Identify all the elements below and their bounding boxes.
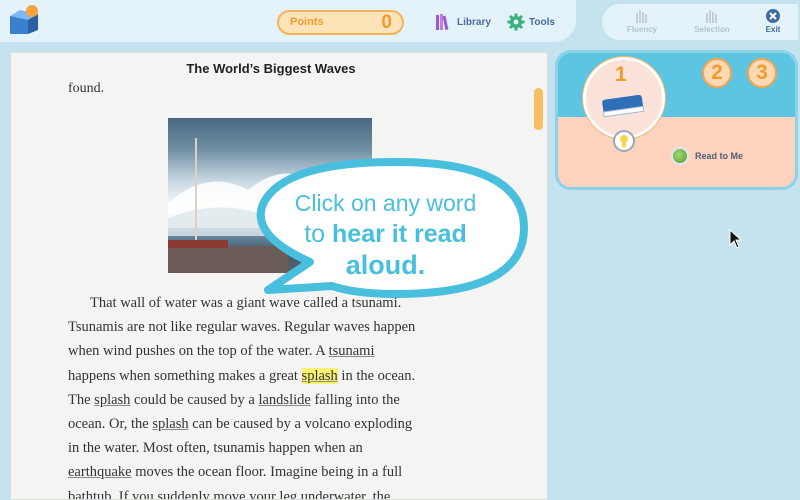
step-3-button[interactable]: 3 — [747, 58, 777, 88]
exit-button[interactable]: Exit — [748, 8, 798, 34]
line-8b[interactable]: moves the ocean floor. Imagine being in … — [135, 464, 402, 480]
exit-label: Exit — [765, 25, 781, 34]
line-5c[interactable]: falling into the — [314, 392, 399, 408]
line-7[interactable]: in the water. Most often, tsunamis happe… — [68, 440, 363, 456]
word-link-splash-2[interactable]: splash — [152, 416, 188, 432]
line-6a[interactable]: ocean. Or, the — [68, 416, 149, 432]
top-toolbar: Points 0 Library Tools — [0, 0, 576, 42]
callout-line-2: to hear it read — [304, 220, 467, 248]
selection-button[interactable]: Selection — [682, 8, 742, 34]
bar-chart-icon — [706, 10, 717, 23]
bar-chart-icon — [636, 10, 647, 23]
selection-label: Selection — [694, 25, 730, 34]
view-controls-bar: Fluency Selection Exit — [602, 4, 798, 40]
points-display: Points 0 — [277, 10, 404, 35]
mouse-cursor-icon — [729, 229, 743, 249]
app-logo-icon[interactable] — [6, 4, 40, 38]
word-link-landslide[interactable]: landslide — [258, 392, 310, 408]
step-1-label: 1 — [615, 63, 627, 86]
fluency-button[interactable]: Fluency — [612, 8, 672, 34]
document-title: The World’s Biggest Waves — [186, 61, 356, 76]
line-6b[interactable]: can be caused by a volcano exploding — [192, 416, 412, 432]
reader-panel: 1 2 3 Read to Me — [555, 50, 798, 190]
close-circle-icon — [766, 9, 780, 23]
line-5b[interactable]: could be caused by a — [134, 392, 255, 408]
tools-label: Tools — [529, 16, 555, 28]
line-3[interactable]: when wind pushes on the top of the water… — [68, 343, 325, 359]
text-fragment[interactable]: found. — [68, 81, 104, 97]
tools-button[interactable]: Tools — [507, 12, 555, 32]
books-icon — [436, 14, 449, 31]
read-to-me-button[interactable]: Read to Me — [671, 147, 743, 165]
line-2[interactable]: Tsunamis are not like regular waves. Reg… — [68, 319, 415, 335]
word-link-splash[interactable]: splash — [94, 392, 130, 408]
scrollbar-thumb[interactable] — [534, 88, 543, 130]
points-value: 0 — [381, 12, 392, 33]
read-to-me-label: Read to Me — [695, 151, 744, 161]
points-label: Points — [290, 16, 324, 28]
passage-paragraph[interactable]: That wall of water was a giant wave call… — [68, 291, 508, 499]
word-link-earthquake[interactable]: earthquake — [68, 464, 132, 480]
word-link-tsunami[interactable]: tsunami — [329, 343, 375, 359]
line-4b[interactable]: in the ocean. — [341, 368, 415, 384]
library-label: Library — [457, 16, 491, 28]
library-button[interactable]: Library — [435, 12, 491, 32]
gear-icon — [507, 13, 525, 31]
lightbulb-icon[interactable] — [613, 130, 635, 152]
line-4a[interactable]: happens when something makes a great — [68, 368, 298, 384]
callout-text: Click on any word to hear it read aloud. — [258, 188, 513, 281]
highlighted-word-splash[interactable]: splash — [301, 367, 338, 384]
audio-orb-icon — [671, 147, 689, 165]
fluency-label: Fluency — [626, 25, 658, 34]
callout-line-3: aloud. — [345, 250, 426, 280]
line-9[interactable]: bathtub. If you suddenly move your leg u… — [68, 489, 390, 499]
callout-line-1: Click on any word — [294, 190, 477, 216]
step-2-button[interactable]: 2 — [702, 58, 732, 88]
line-5a[interactable]: The — [68, 392, 91, 408]
